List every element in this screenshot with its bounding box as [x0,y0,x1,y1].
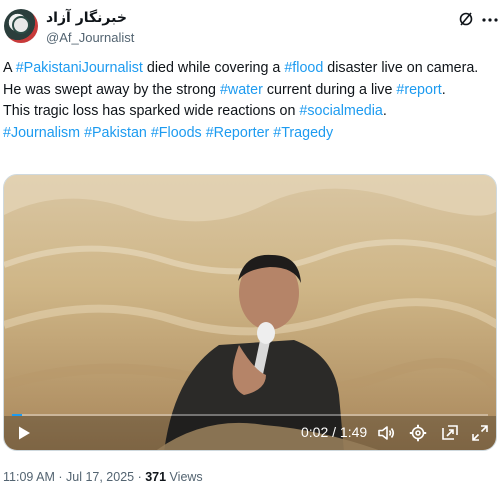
hashtag-link[interactable]: #Tragedy [273,125,333,141]
play-icon[interactable] [16,425,32,441]
hashtag-link[interactable]: #report [396,82,441,98]
views-count: 371 [145,470,167,484]
meta-separator: · [54,470,66,484]
views-label: Views [166,470,203,484]
hashtag-link[interactable]: #Pakistan [84,125,147,141]
hashtag-link[interactable]: #socialmedia [299,103,382,119]
hashtag-link[interactable]: #flood [284,60,323,76]
video-progress-bar[interactable] [12,414,488,416]
picture-in-picture-icon[interactable] [441,424,459,442]
meta-separator: · [134,470,146,484]
post-header: خبرنگار آزاد @Af_Journalist [0,0,498,50]
post-text-segment: died while covering a [142,60,285,76]
volume-icon[interactable] [377,424,395,442]
post-text: A #PakistaniJournalist died while coveri… [3,58,493,144]
video-progress-fill [12,414,22,416]
post-text-segment: He was swept away by the strong [3,81,220,98]
video-frame [4,175,496,450]
hashtag-link[interactable]: #Floods [151,125,202,141]
post-text-segment: A [3,60,16,76]
hashtag-link[interactable]: #water [220,82,263,98]
avatar[interactable] [4,9,38,43]
author-display-name[interactable]: خبرنگار آزاد [46,10,127,26]
video-time: 0:02 / 1:49 [301,424,368,440]
hashtag-link[interactable]: #Reporter [206,125,270,141]
post-text-segment: . [382,103,387,119]
grok-icon[interactable] [458,11,474,27]
hashtag-link[interactable]: #Journalism [3,125,80,141]
video-controls: 0:02 / 1:49 [4,414,496,450]
post-text-segment: current during a live [262,81,397,98]
post-time[interactable]: 11:09 AM [3,470,55,484]
gear-icon[interactable] [409,424,427,442]
author-handle[interactable]: @Af_Journalist [46,30,134,45]
hashtag-link[interactable]: #PakistaniJournalist [16,60,143,76]
post-text-segment: . [441,81,446,98]
video-player[interactable]: 0:02 / 1:49 [3,174,497,451]
fullscreen-icon[interactable] [471,424,489,442]
post-date[interactable]: Jul 17, 2025 [66,470,134,484]
post-text-segment: disaster live on camera. [323,60,479,76]
more-icon[interactable] [482,18,498,22]
post-meta: 11:09 AM · Jul 17, 2025 · 371 Views [3,470,203,484]
post-text-segment: This tragic loss has sparked wide reacti… [3,103,300,119]
